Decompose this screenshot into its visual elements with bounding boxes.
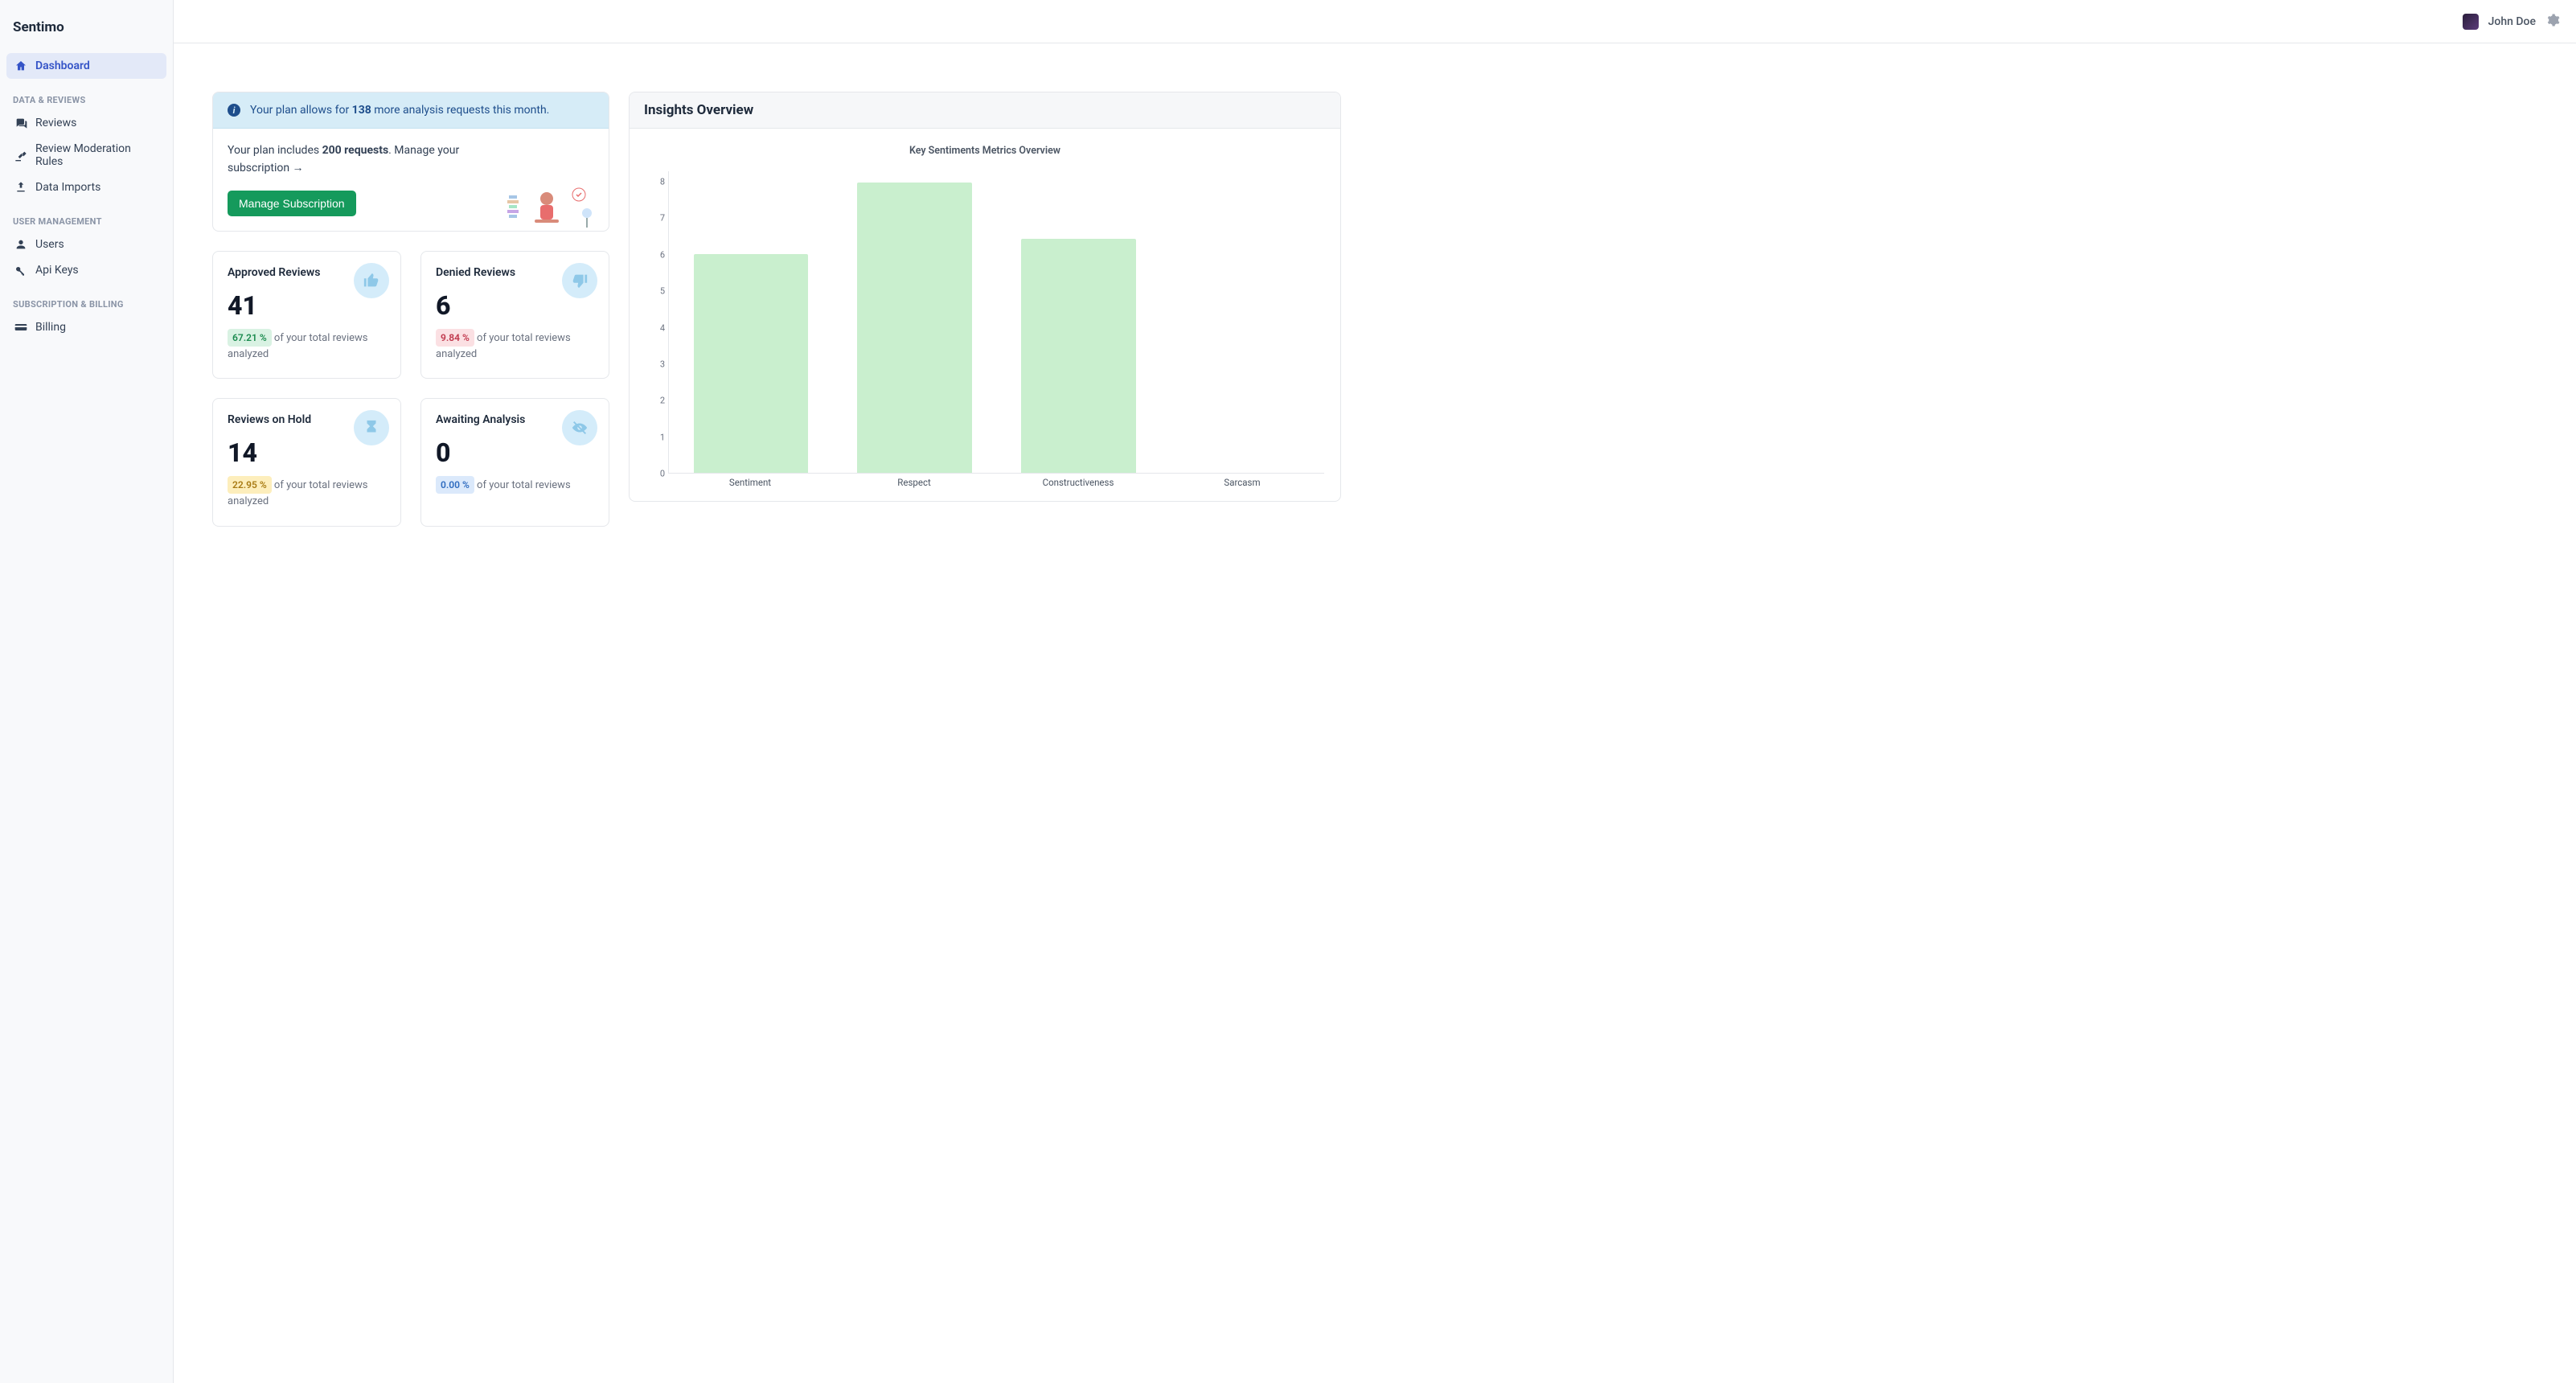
chart-x-label: Sarcasm	[1160, 477, 1324, 493]
card-icon	[14, 321, 27, 334]
stat-card-hold: Reviews on Hold 14 22.95 % of your total…	[212, 398, 401, 527]
chart-x-axis: SentimentRespectConstructivenessSarcasm	[668, 477, 1324, 493]
stat-caption: 9.84 % of your total reviews analyzed	[436, 329, 594, 363]
insights-header: Insights Overview	[630, 92, 1340, 129]
sidebar-item-label: Billing	[35, 321, 66, 334]
chart-y-tick: 1	[646, 432, 665, 442]
hourglass-icon	[354, 410, 389, 445]
manage-subscription-button[interactable]: Manage Subscription	[228, 191, 356, 216]
gear-icon	[2545, 13, 2560, 27]
stat-caption: 67.21 % of your total reviews analyzed	[228, 329, 386, 363]
home-icon	[14, 60, 27, 72]
chart-x-label: Respect	[832, 477, 996, 493]
sidebar-item-users[interactable]: Users	[6, 232, 166, 257]
sidebar-item-billing[interactable]: Billing	[6, 314, 166, 340]
plan-body-text: Your plan includes 200 requests. Manage …	[228, 142, 469, 178]
sidebar-item-label: Users	[35, 238, 64, 251]
chart-y-tick: 2	[646, 396, 665, 406]
stat-pct-badge: 0.00 %	[436, 476, 474, 494]
info-icon: i	[228, 104, 240, 117]
thumbs-down-icon	[562, 263, 597, 298]
brand-title: Sentimo	[6, 16, 166, 53]
stat-pct-badge: 67.21 %	[228, 329, 272, 347]
sidebar-item-label: Api Keys	[35, 264, 79, 277]
chart-y-axis: 876543210	[646, 171, 665, 474]
chart-bar-slot	[833, 171, 997, 473]
chart-plot	[668, 171, 1324, 474]
settings-button[interactable]	[2545, 13, 2560, 31]
sidebar-heading-usermgmt: USER MANAGEMENT	[6, 208, 166, 232]
sidebar-item-label: Review Moderation Rules	[35, 142, 158, 168]
plan-banner: i Your plan allows for 138 more analysis…	[213, 92, 609, 129]
topbar: John Doe	[174, 0, 2576, 43]
import-icon	[14, 181, 27, 194]
username[interactable]: John Doe	[2488, 15, 2536, 28]
plan-banner-text: Your plan allows for 138 more analysis r…	[250, 104, 549, 117]
avatar[interactable]	[2463, 14, 2479, 30]
chart-bar-slot	[669, 171, 833, 473]
plan-card: i Your plan allows for 138 more analysis…	[212, 92, 609, 232]
plan-illustration	[502, 174, 599, 231]
chart-y-tick: 6	[646, 249, 665, 260]
sidebar-item-dashboard[interactable]: Dashboard	[6, 53, 166, 79]
chart-y-tick: 8	[646, 177, 665, 187]
chart-bar-slot	[997, 171, 1161, 473]
chart-y-tick: 3	[646, 359, 665, 369]
sidebar-item-label: Reviews	[35, 117, 76, 129]
user-icon	[14, 238, 27, 251]
chart-y-tick: 4	[646, 322, 665, 333]
gavel-icon	[14, 149, 27, 162]
sidebar-item-label: Dashboard	[35, 60, 90, 72]
chart-bar	[857, 183, 972, 473]
insights-card: Insights Overview Key Sentiments Metrics…	[629, 92, 1341, 502]
chart-y-tick: 7	[646, 213, 665, 224]
sidebar-item-apikeys[interactable]: Api Keys	[6, 257, 166, 283]
sidebar-item-imports[interactable]: Data Imports	[6, 174, 166, 200]
main: John Doe i Your plan allows for 138 more…	[174, 0, 2576, 1383]
stats-grid: Approved Reviews 41 67.21 % of your tota…	[212, 251, 609, 527]
sidebar-item-reviews[interactable]: Reviews	[6, 110, 166, 136]
chart-bar-slot	[1160, 171, 1324, 473]
chart-bar	[694, 254, 809, 473]
chart-title: Key Sentiments Metrics Overview	[646, 145, 1324, 157]
stat-card-denied: Denied Reviews 6 9.84 % of your total re…	[420, 251, 609, 380]
thumbs-up-icon	[354, 263, 389, 298]
stat-caption: 0.00 % of your total reviews	[436, 476, 594, 494]
stat-card-approved: Approved Reviews 41 67.21 % of your tota…	[212, 251, 401, 380]
bar-chart: 8 7 6 5 4 3 2 1 0 SentimentRespectConstructivene…	[646, 171, 1324, 493]
stat-pct-badge: 22.95 %	[228, 476, 272, 494]
chart-y-tick: 5	[646, 286, 665, 297]
sidebar: Sentimo Dashboard DATA & REVIEWS Reviews…	[0, 0, 174, 1383]
chart-x-label: Constructiveness	[996, 477, 1160, 493]
comments-icon	[14, 117, 27, 129]
chart-x-label: Sentiment	[668, 477, 832, 493]
chart-bar	[1021, 239, 1136, 473]
sidebar-heading-data: DATA & REVIEWS	[6, 87, 166, 110]
eye-off-icon	[562, 410, 597, 445]
key-icon	[14, 264, 27, 277]
sidebar-item-label: Data Imports	[35, 181, 100, 194]
sidebar-item-moderation[interactable]: Review Moderation Rules	[6, 136, 166, 174]
stat-pct-badge: 9.84 %	[436, 329, 474, 347]
stat-card-awaiting: Awaiting Analysis 0 0.00 % of your total…	[420, 398, 609, 527]
chart-y-tick: 0	[646, 469, 665, 479]
sidebar-heading-subscription: SUBSCRIPTION & BILLING	[6, 291, 166, 314]
stat-caption: 22.95 % of your total reviews analyzed	[228, 476, 386, 510]
